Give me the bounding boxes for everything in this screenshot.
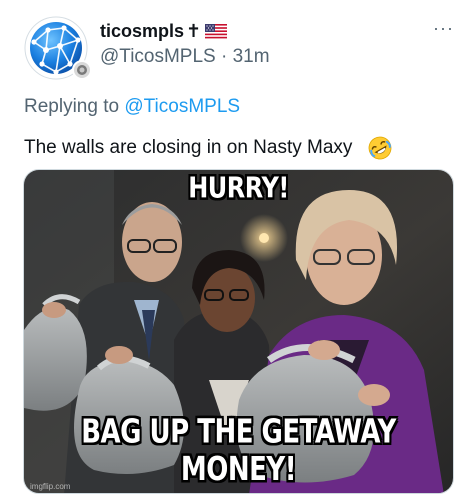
display-name[interactable]: ticosmpls ✝ (100, 21, 228, 42)
replying-to-row: Replying to @TicosMPLS (24, 96, 240, 118)
us-flag-icon (205, 24, 228, 39)
rolling-on-floor-laughing-emoji-icon (369, 136, 392, 160)
tweet-card[interactable]: ticosmpls ✝ @TicosMPLS · 31m ··· Replyin… (0, 0, 476, 500)
timestamp[interactable]: 31m (233, 46, 270, 67)
tweet-text-content: The walls are closing in on Nasty Maxy (24, 137, 353, 158)
affiliate-badge-icon (72, 60, 92, 80)
separator: · (221, 46, 228, 67)
display-name-text: ticosmpls (100, 21, 185, 41)
tweet-text: The walls are closing in on Nasty Maxy (24, 136, 392, 160)
image-watermark: imgflip.com (30, 482, 71, 491)
reply-mention-link[interactable]: @TicosMPLS (124, 96, 240, 117)
replying-to-label: Replying to (24, 96, 120, 117)
meme-top-caption: HURRY! (188, 171, 289, 205)
handle[interactable]: @TicosMPLS (100, 46, 216, 67)
cross-symbol: ✝ (186, 21, 202, 41)
tweet-media-image[interactable]: HURRY! BAG UP THE GETAWAY MONEY! imgflip… (23, 169, 454, 494)
more-options-button[interactable]: ··· (433, 18, 454, 39)
handle-row: @TicosMPLS · 31m (100, 46, 270, 68)
meme-bottom-caption: BAG UP THE GETAWAY MONEY! (81, 413, 396, 489)
